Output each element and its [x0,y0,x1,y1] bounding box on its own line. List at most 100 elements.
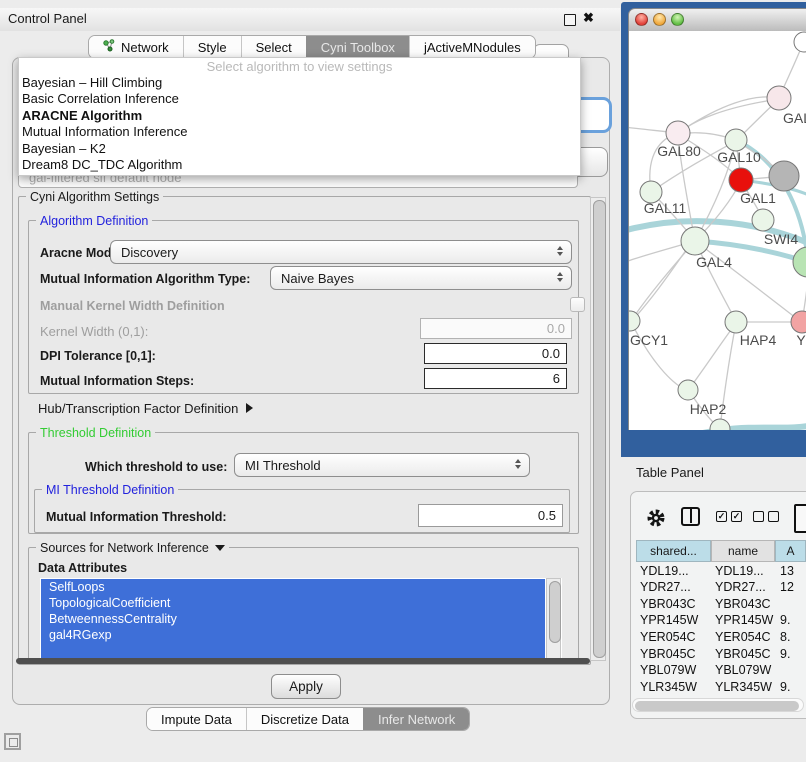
table-cell: YBR045C [715,647,771,661]
table-hscrollbar-thumb[interactable] [635,701,799,711]
node-label-gal11: GAL11 [644,200,687,216]
sources-legend[interactable]: Sources for Network Inference [36,541,229,555]
column-header-a[interactable]: A [775,540,806,562]
deselect-all-checkbox-icon[interactable] [753,511,764,522]
network-edge [689,323,736,389]
dropdown-item-basic-correlation-inference[interactable]: Basic Correlation Inference [19,91,580,107]
table-cell: YDL19... [640,564,689,578]
table-row[interactable]: YLR345WYLR345W9. [636,680,806,697]
mi-threshold-label: Mutual Information Threshold: [46,510,227,524]
split-columns-icon[interactable] [681,507,700,526]
combo-spinner-icon [515,459,521,469]
tab-style[interactable]: Style [183,36,241,58]
table-hscrollbar[interactable] [632,698,804,712]
network-node[interactable] [710,419,730,430]
tab-discretize-data[interactable]: Discretize Data [246,708,363,730]
attribute-item-gal4rgexp[interactable]: gal4RGexp [41,627,545,643]
gear-icon[interactable] [644,506,668,530]
tab-impute-data[interactable]: Impute Data [147,708,246,730]
dpi-tolerance-label: DPI Tolerance [0,1]: [40,349,156,363]
algorithm-dropdown-popup: Select algorithm to view settings Bayesi… [18,57,581,176]
settings-scrollbar[interactable] [590,197,606,661]
which-threshold-select[interactable]: MI Threshold [234,453,530,477]
network-canvas[interactable]: GALGAL80GAL10GAL1GAL11SWI4GAL4GCY1HAP4YH… [628,31,806,430]
kernel-width-field[interactable]: 0.0 [420,318,572,339]
network-node[interactable] [666,121,690,145]
table-row[interactable]: YBL079WYBL079W [636,663,806,680]
table-cell: YPR145W [715,613,773,627]
mi-steps-field[interactable]: 6 [424,368,567,389]
tab-cyni-toolbox[interactable]: Cyni Toolbox [306,36,409,58]
network-node[interactable] [725,129,747,151]
network-node[interactable] [752,209,774,231]
network-node[interactable] [725,311,747,333]
tab-network[interactable]: Network [89,36,183,58]
float-window-icon[interactable] [564,14,576,26]
attribute-item-betweennesscentrality[interactable]: BetweennessCentrality [41,611,545,627]
column-header-shared[interactable]: shared... [636,540,711,562]
selected-attributes: SelfLoopsTopologicalCoefficientBetweenne… [41,579,545,659]
table-cell: YLR345W [715,680,772,694]
table-row[interactable]: YDL19...YDL19...13 [636,564,806,581]
table-cell: YBR043C [715,597,771,611]
aracne-mode-select[interactable]: Discovery [110,240,572,264]
network-node[interactable] [769,161,799,191]
network-node[interactable] [793,247,806,277]
table-row[interactable]: YPR145WYPR145W9. [636,613,806,630]
table-row[interactable]: YBR043CYBR043C [636,597,806,614]
cyni-settings-legend: Cyni Algorithm Settings [26,190,163,204]
deselect-all-checkbox-icon[interactable] [768,511,779,522]
column-header-name[interactable]: name [711,540,775,562]
dropdown-item-aracne-algorithm[interactable]: ARACNE Algorithm [19,108,580,124]
table-cell: YDL19... [715,564,764,578]
select-all-checkbox-icon[interactable]: ✓ [731,511,742,522]
dropdown-items: Bayesian – Hill ClimbingBasic Correlatio… [19,75,580,173]
dropdown-item-dream8-dc-tdc-algorithm[interactable]: Dream8 DC_TDC Algorithm [19,157,580,173]
attribute-item-selfloops[interactable]: SelfLoops [41,579,545,595]
list-scrollbar[interactable] [546,578,561,659]
select-all-checkbox-icon[interactable]: ✓ [716,511,727,522]
minimize-traffic-light-icon[interactable] [653,13,666,26]
attribute-item-topologicalcoefficient[interactable]: TopologicalCoefficient [41,595,545,611]
dpi-tolerance-field[interactable]: 0.0 [424,343,567,364]
new-table-icon[interactable] [794,504,806,533]
table-cell: YDR27... [715,580,766,594]
tab-jactivemnodules[interactable]: jActiveMNodules [409,36,535,58]
apply-button[interactable]: Apply [271,674,341,699]
network-graph[interactable]: GALGAL80GAL10GAL1GAL11SWI4GAL4GCY1HAP4YH… [629,31,806,430]
network-node[interactable] [767,86,791,110]
combo-spinner-icon [557,246,563,256]
zoom-traffic-light-icon[interactable] [671,13,684,26]
network-node[interactable] [794,32,806,52]
data-attributes-list[interactable]: SelfLoopsTopologicalCoefficientBetweenne… [40,578,562,659]
network-node[interactable] [729,168,753,192]
node-label-gal10: GAL10 [717,149,761,165]
table-row[interactable]: YBR045CYBR045C9. [636,647,806,664]
dropdown-item-mutual-information-inference[interactable]: Mutual Information Inference [19,124,580,140]
dropdown-item-bayesian-hill-climbing[interactable]: Bayesian – Hill Climbing [19,75,580,91]
network-node[interactable] [681,227,709,255]
table-row[interactable]: YER054CYER054C8. [636,630,806,647]
tab-infer-network[interactable]: Infer Network [363,708,469,730]
table-cell: YDR27... [640,580,691,594]
table-row[interactable]: YDR27...YDR27...12 [636,580,806,597]
node-label-gal1: GAL1 [740,190,776,206]
manual-kernel-checkbox[interactable] [570,297,585,312]
mi-threshold-field[interactable]: 0.5 [418,504,563,527]
dropdown-item-bayesian-k2[interactable]: Bayesian – K2 [19,141,580,157]
tab-select[interactable]: Select [241,36,306,58]
mi-type-select[interactable]: Naive Bayes [270,266,572,290]
mi-steps-label: Mutual Information Steps: [40,374,194,388]
dock-panel-icon[interactable] [4,733,21,750]
network-node[interactable] [678,380,698,400]
manual-kernel-label: Manual Kernel Width Definition [40,299,225,313]
top-tabbar: NetworkStyleSelectCyni ToolboxjActiveMNo… [88,35,536,59]
close-traffic-light-icon[interactable] [635,13,648,26]
close-icon[interactable]: ✖ [583,10,594,26]
network-node[interactable] [791,311,806,333]
hub-definition-toggle[interactable]: Hub/Transcription Factor Definition [38,401,253,416]
control-panel-title: Control Panel [8,11,87,26]
settings-scrollbar-thumb[interactable] [593,200,606,658]
list-scrollbar-thumb[interactable] [549,581,561,643]
table-cell: YER054C [715,630,771,644]
